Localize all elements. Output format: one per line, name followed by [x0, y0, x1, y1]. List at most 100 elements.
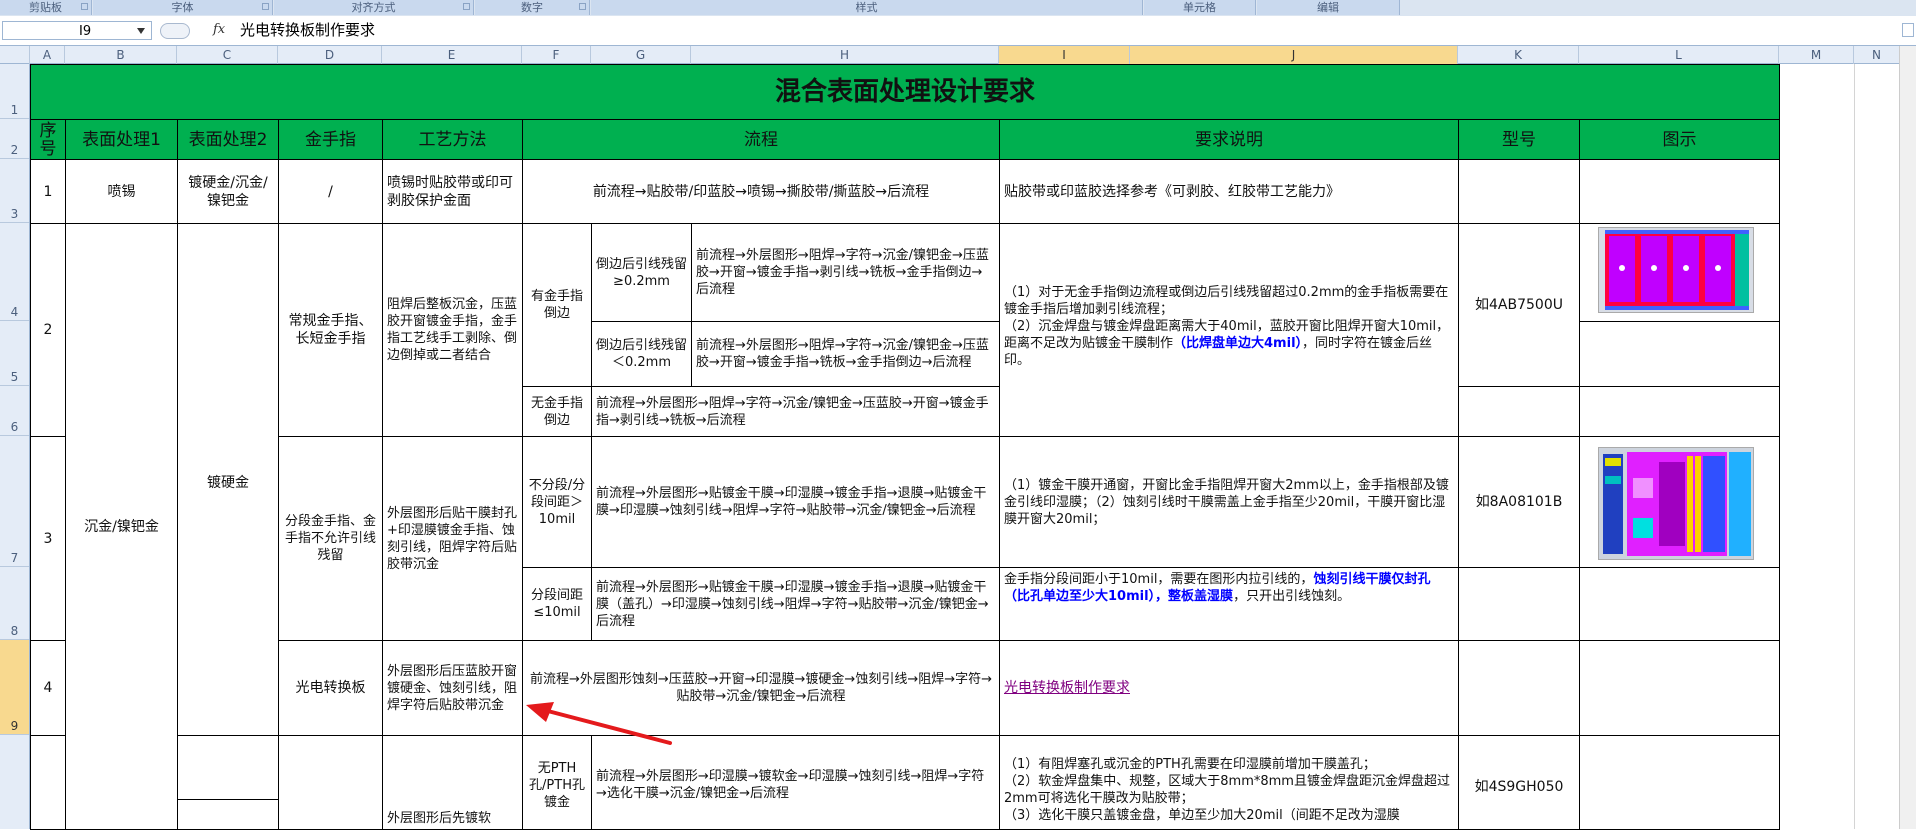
cell-sub-a-cond-3[interactable]: 不分段/分段间距＞10mil: [522, 436, 592, 568]
column-header-d[interactable]: D: [278, 46, 382, 64]
cell-model-1[interactable]: [1458, 159, 1580, 224]
cell-sub-b-flow-3[interactable]: 前流程→外层图形→贴镀金干膜→印湿膜→镀金手指→退膜→贴镀金干膜（盖孔）→印湿膜…: [591, 567, 1000, 641]
row-header-2[interactable]: 2: [0, 119, 29, 159]
dialog-launcher-icon[interactable]: [81, 3, 88, 10]
column-header-n[interactable]: N: [1854, 46, 1900, 64]
cell-method-2[interactable]: 阻焊后整板沉金，压蓝胶开窗镀金手指，金手指工艺线手工剥除、倒边倒掉或二者结合: [382, 223, 523, 437]
column-header-b[interactable]: B: [65, 46, 177, 64]
row-header-10[interactable]: [0, 735, 29, 829]
ribbon-group-styles[interactable]: 样式: [591, 0, 1143, 15]
dialog-launcher-icon[interactable]: [579, 3, 586, 10]
row-header-3[interactable]: 3: [0, 159, 29, 223]
vertical-scrollbar[interactable]: [1899, 46, 1916, 829]
ribbon-group-editing[interactable]: 编辑: [1257, 0, 1400, 15]
cell-sub-b-req-3[interactable]: 金手指分段间距小于10mil，需要在图形内拉引线的，蚀刻引线干膜仅封孔（比孔单边…: [999, 567, 1459, 641]
select-all-corner[interactable]: [0, 46, 30, 64]
cell-diagram-4[interactable]: [1579, 640, 1780, 736]
cell-sub-b-flow[interactable]: 前流程→外层图形→阻焊→字符→沉金/镍钯金→压蓝胶→开窗→镀金手指→铣板→金手指…: [691, 321, 1000, 387]
header-requirement[interactable]: 要求说明: [999, 119, 1459, 160]
cell-sub-b-cond[interactable]: 倒边后引线残留＜0.2mm: [591, 321, 692, 387]
cell-gold-finger-1[interactable]: /: [278, 159, 383, 224]
cell-seq-5[interactable]: [30, 735, 66, 830]
column-header-i[interactable]: I: [999, 46, 1130, 64]
cancel-entry-icon[interactable]: [160, 23, 190, 39]
pcb-image-1[interactable]: [1598, 227, 1754, 313]
name-box[interactable]: I9: [2, 21, 152, 40]
cell-sub-a-req-3[interactable]: （1）镀金干膜开通窗，开窗比金手指阻焊开窗大2mm以上，金手指根部及镀金引线印湿…: [999, 436, 1459, 568]
ribbon-group-clipboard[interactable]: 剪贴板: [0, 0, 92, 15]
column-header-c[interactable]: C: [177, 46, 278, 64]
expand-formula-bar-icon[interactable]: [1902, 23, 1914, 37]
row-header-9[interactable]: 9: [0, 640, 29, 735]
ribbon-group-cells[interactable]: 单元格: [1144, 0, 1256, 15]
row-header-1[interactable]: 1: [0, 64, 29, 119]
cell-method-3[interactable]: 外层图形后贴干膜封孔+印湿膜镀金手指、蚀刻引线，阻焊字符后贴胶带沉金: [382, 436, 523, 641]
column-header-f[interactable]: F: [522, 46, 591, 64]
cell-method-1[interactable]: 喷锡时贴胶带或印可剥胶保护金面: [382, 159, 523, 224]
cell-surface1-1[interactable]: 喷锡: [65, 159, 178, 224]
cell-sub-a-flow-3[interactable]: 前流程→外层图形→贴镀金干膜→印湿膜→镀金手指→退膜→贴镀金干膜→印湿膜→蚀刻引…: [591, 436, 1000, 568]
cell-seq-2[interactable]: 2: [30, 223, 66, 437]
cell-requirement-4-selected[interactable]: 光电转换板制作要求: [999, 640, 1459, 736]
column-header-k[interactable]: K: [1458, 46, 1579, 64]
ribbon-group-font[interactable]: 字体: [93, 0, 273, 15]
cell-seq-1[interactable]: 1: [30, 159, 66, 224]
header-surface2[interactable]: 表面处理2: [177, 119, 279, 160]
cell-gold-finger-4[interactable]: 光电转换板: [278, 640, 383, 736]
sheet-title-cell[interactable]: 混合表面处理设计要求: [30, 64, 1780, 120]
cell-diagram-2c[interactable]: [1579, 386, 1780, 437]
header-diagram[interactable]: 图示: [1579, 119, 1780, 160]
row-header-7[interactable]: 7: [0, 436, 29, 567]
cell-requirement-2[interactable]: （1）对于无金手指倒边流程或倒边后引线残留超过0.2mm的金手指板需要在镀金手指…: [999, 223, 1459, 437]
column-header-a[interactable]: A: [30, 46, 65, 64]
cell-model-4[interactable]: [1458, 640, 1580, 736]
column-header-g[interactable]: G: [591, 46, 691, 64]
cell-gold-finger-2[interactable]: 常规金手指、长短金手指: [278, 223, 383, 437]
cell-sub-no-finger[interactable]: 无金手指倒边: [522, 386, 592, 437]
chevron-down-icon[interactable]: [137, 28, 145, 34]
cell-sub-with-finger[interactable]: 有金手指倒边: [522, 223, 592, 387]
column-header-m[interactable]: M: [1779, 46, 1854, 64]
cell-gold-finger-3[interactable]: 分段金手指、金手指不允许引线残留: [278, 436, 383, 641]
sheet-grid[interactable]: 混合表面处理设计要求 序号 表面处理1 表面处理2 金手指 工艺方法 流程 要求…: [30, 64, 1916, 830]
cell-seq-4[interactable]: 4: [30, 640, 66, 736]
hyperlink[interactable]: 光电转换板制作要求: [1004, 679, 1130, 697]
header-surface1[interactable]: 表面处理1: [65, 119, 178, 160]
row-header-8[interactable]: 8: [0, 567, 29, 640]
cell-model-2[interactable]: 如4AB7500U: [1458, 223, 1580, 387]
cell-sub-a-flow[interactable]: 前流程→外层图形→阻焊→字符→沉金/镍钯金→压蓝胶→开窗→镀金手指→剥引线→铣板…: [691, 223, 1000, 322]
cell-surface2-merged[interactable]: 镀硬金: [177, 223, 279, 800]
cell-surface2-5[interactable]: [177, 735, 279, 830]
cell-gold-finger-5[interactable]: [278, 735, 383, 830]
cell-diagram-5[interactable]: [1579, 735, 1780, 830]
ribbon-group-number[interactable]: 数字: [475, 0, 590, 15]
cell-seq-3[interactable]: 3: [30, 436, 66, 641]
row-header-4[interactable]: 4: [0, 223, 29, 321]
cell-surface2-1[interactable]: 镀硬金/沉金/镍钯金: [177, 159, 279, 224]
header-model[interactable]: 型号: [1458, 119, 1580, 160]
header-process-method[interactable]: 工艺方法: [382, 119, 523, 160]
cell-method-5[interactable]: 外层图形后先镀软: [382, 735, 523, 830]
cell-model-2b[interactable]: [1458, 386, 1580, 437]
cell-requirement-5[interactable]: （1）有阻焊塞孔或沉金的PTH孔需要在印湿膜前增加干膜盖孔； （2）软金焊盘集中、…: [999, 735, 1459, 830]
column-header-h[interactable]: H: [691, 46, 999, 64]
cell-model-3[interactable]: 如8A08101B: [1458, 436, 1580, 568]
cell-diagram-1[interactable]: [1579, 159, 1780, 224]
header-flow[interactable]: 流程: [522, 119, 1000, 160]
cell-sub-no-finger-flow[interactable]: 前流程→外层图形→阻焊→字符→沉金/镍钯金→压蓝胶→开窗→镀金手指→剥引线→铣板…: [591, 386, 1000, 437]
header-gold-finger[interactable]: 金手指: [278, 119, 383, 160]
row-header-6[interactable]: 6: [0, 386, 29, 436]
formula-input[interactable]: 光电转换板制作要求: [240, 21, 375, 40]
column-header-j[interactable]: J: [1130, 46, 1458, 64]
dialog-launcher-icon[interactable]: [463, 3, 470, 10]
cell-model-3b[interactable]: [1458, 567, 1580, 641]
cell-diagram-3b[interactable]: [1579, 567, 1780, 641]
cell-sub-b-cond-3[interactable]: 分段间距≤10mil: [522, 567, 592, 641]
cell-requirement-1[interactable]: 贴胶带或印蓝胶选择参考《可剥胶、红胶带工艺能力》: [999, 159, 1459, 224]
cell-diagram-2b[interactable]: [1579, 321, 1780, 387]
cell-sub-a-cond[interactable]: 倒边后引线残留≥0.2mm: [591, 223, 692, 322]
column-header-e[interactable]: E: [382, 46, 522, 64]
cell-flow-1[interactable]: 前流程→贴胶带/印蓝胶→喷锡→撕胶带/撕蓝胶→后流程: [522, 159, 1000, 224]
cell-method-4[interactable]: 外层图形后压蓝胶开窗镀硬金、蚀刻引线，阻焊字符后贴胶带沉金: [382, 640, 523, 736]
ribbon-group-alignment[interactable]: 对齐方式: [274, 0, 474, 15]
